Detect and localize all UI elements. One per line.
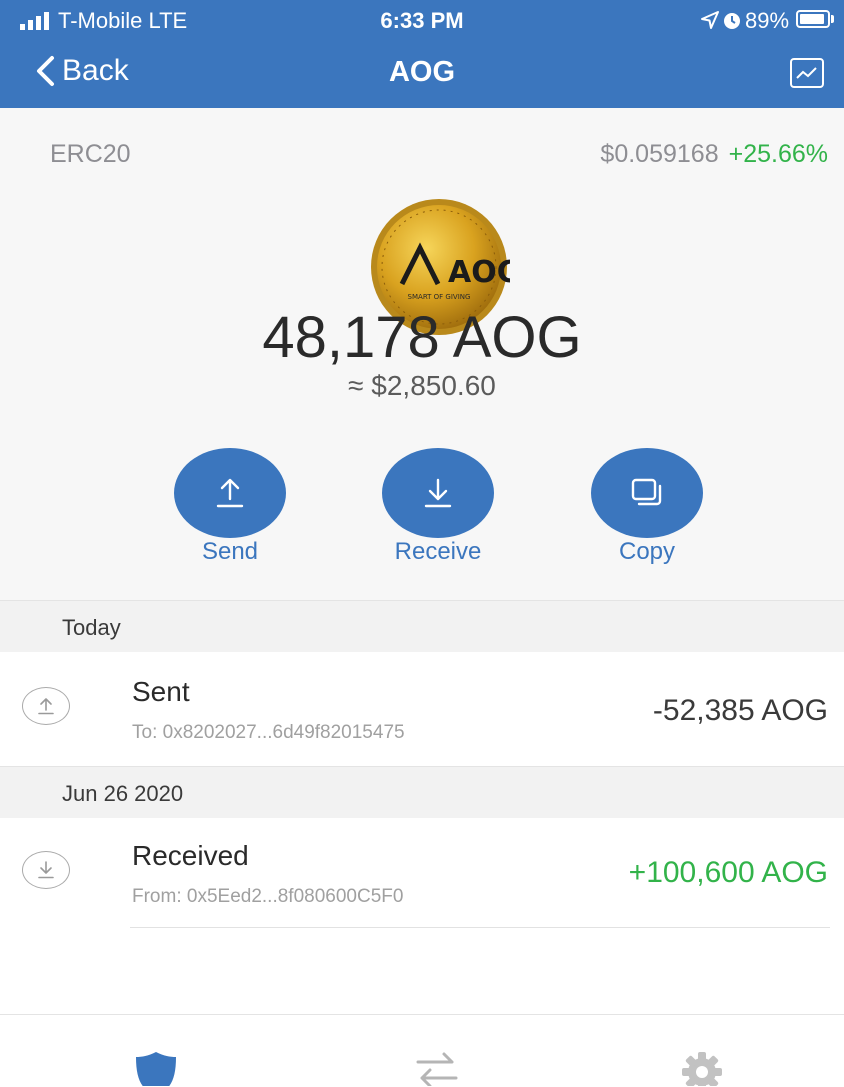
tab-settings[interactable] — [680, 1050, 724, 1086]
battery-percent: 89% — [745, 8, 790, 33]
logo-subtext: SMART OF GIVING — [408, 293, 471, 301]
received-arrow-icon — [22, 851, 70, 889]
tab-dapps[interactable] — [412, 1050, 462, 1086]
battery-fill — [800, 14, 824, 24]
list-divider — [130, 927, 830, 928]
chart-button[interactable] — [790, 58, 824, 88]
send-button[interactable] — [174, 448, 286, 538]
location-arrow-icon — [701, 11, 719, 29]
battery-cap — [831, 15, 834, 23]
upload-icon — [216, 478, 244, 508]
sent-arrow-icon — [22, 687, 70, 725]
token-standard: ERC20 — [50, 140, 131, 168]
fiat-balance: ≈ $2,850.60 — [348, 370, 496, 401]
section-date: Jun 26 2020 — [62, 781, 184, 806]
logo-text: AOG — [448, 255, 510, 290]
send-label[interactable]: Send — [130, 538, 330, 566]
shield-icon — [136, 1052, 176, 1086]
transaction-address: To: 0x8202027...6d49f82015475 — [132, 722, 405, 743]
price-change: +25.66% — [728, 140, 828, 168]
transaction-amount: +100,600 AOG — [628, 856, 828, 889]
transaction-row[interactable]: Sent To: 0x8202027...6d49f82015475 -52,3… — [0, 652, 844, 768]
gear-icon — [682, 1052, 722, 1086]
copy-button[interactable] — [591, 448, 703, 538]
receive-label[interactable]: Receive — [338, 538, 538, 566]
alarm-clock-icon — [724, 13, 740, 29]
swap-arrows-icon — [416, 1052, 458, 1086]
copy-icon — [631, 478, 662, 506]
transaction-amount: -52,385 AOG — [652, 694, 828, 727]
receive-button[interactable] — [382, 448, 494, 538]
transaction-type: Sent — [132, 676, 190, 707]
section-header-today: Today — [0, 600, 844, 652]
price-row: $0.059168 +25.66% — [600, 140, 828, 169]
copy-label[interactable]: Copy — [547, 538, 747, 566]
page-title: AOG — [388, 56, 456, 88]
top-bar: T-Mobile LTE 6:33 PM 89% Back AOG — [0, 0, 844, 108]
transaction-address: From: 0x5Eed2...8f080600C5F0 — [132, 886, 404, 907]
download-icon — [424, 478, 452, 508]
token-price: $0.059168 — [600, 140, 719, 168]
line-chart-icon — [796, 67, 817, 79]
token-balance: 48,178 AOG — [262, 305, 582, 370]
transaction-row[interactable]: Received From: 0x5Eed2...8f080600C5F0 +1… — [0, 818, 844, 934]
tab-wallet[interactable] — [134, 1050, 178, 1086]
section-header-jun-26-2020: Jun 26 2020 — [0, 766, 844, 818]
transaction-type: Received — [132, 840, 249, 871]
section-date: Today — [62, 615, 121, 640]
